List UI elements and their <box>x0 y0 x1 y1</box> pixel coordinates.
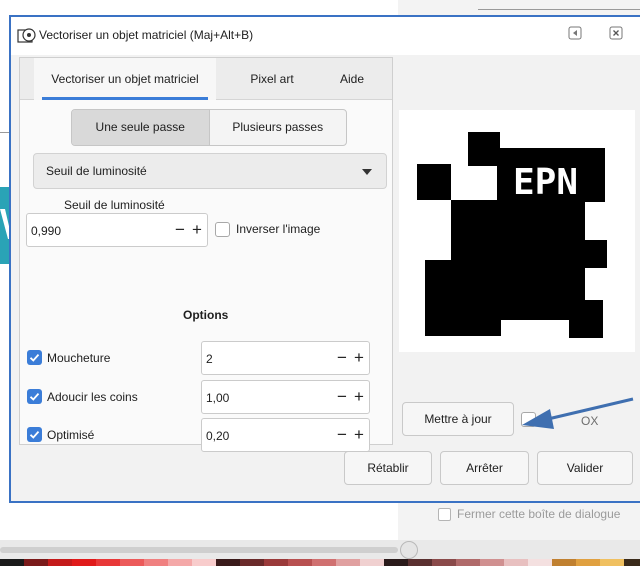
threshold-value[interactable]: 0,990 <box>31 224 61 238</box>
threshold-decrement-button[interactable]: − <box>172 218 188 242</box>
chevron-down-icon <box>362 169 372 175</box>
live-preview-label: OX <box>581 414 599 428</box>
close-dialog-checkbox[interactable] <box>438 507 451 521</box>
close-dialog-label: Fermer cette boîte de dialogue <box>457 507 621 521</box>
optimize-increment-button[interactable]: + <box>351 423 367 447</box>
smooth-corners-increment-button[interactable]: + <box>351 385 367 409</box>
invert-image-label: Inverser l'image <box>236 222 321 236</box>
update-preview-button[interactable]: Mettre à jour <box>402 402 514 436</box>
scan-mode-toggle: Une seule passe Plusieurs passes <box>71 109 347 146</box>
smooth-corners-value[interactable]: 1,00 <box>206 391 229 405</box>
speckles-label: Moucheture <box>47 351 111 365</box>
optimize-label: Optimisé <box>47 428 95 442</box>
dialog-titlebar[interactable]: Vectoriser un objet matriciel (Maj+Alt+B… <box>11 17 640 55</box>
threshold-increment-button[interactable]: + <box>189 218 205 242</box>
tab-pixel-art[interactable]: Pixel art <box>234 58 310 100</box>
optimize-value[interactable]: 0,20 <box>206 429 229 443</box>
speckles-spinbox[interactable]: 2 − + <box>201 341 370 375</box>
speckles-increment-button[interactable]: + <box>351 346 367 370</box>
trace-bitmap-dialog: Vectoriser un objet matriciel (Maj+Alt+B… <box>9 15 640 503</box>
single-scan-button[interactable]: Une seule passe <box>72 110 209 145</box>
invert-image-checkbox[interactable] <box>215 222 230 237</box>
settings-panel: Vectoriser un objet matriciel Pixel art … <box>19 57 393 452</box>
minimize-icon[interactable] <box>568 26 582 40</box>
speckles-value[interactable]: 2 <box>206 352 213 366</box>
live-preview-checkbox[interactable] <box>521 412 536 427</box>
smooth-corners-decrement-button[interactable]: − <box>334 385 350 409</box>
scroll-knob[interactable] <box>400 541 418 559</box>
horizontal-scrollbar[interactable] <box>0 547 398 553</box>
threshold-label: Seuil de luminosité <box>64 198 165 212</box>
smooth-corners-label: Adoucir les coins <box>47 390 138 404</box>
preview-image: EPN <box>417 132 607 338</box>
trace-preview: EPN <box>399 110 635 352</box>
optimize-checkbox[interactable] <box>27 427 42 442</box>
stop-button[interactable]: Arrêter <box>440 451 529 485</box>
detection-method-select[interactable]: Seuil de luminosité <box>33 153 387 189</box>
close-dialog-option[interactable]: Fermer cette boîte de dialogue <box>438 503 640 525</box>
multiple-scans-button[interactable]: Plusieurs passes <box>208 110 347 145</box>
background-divider <box>478 9 640 10</box>
ok-button[interactable]: Valider <box>537 451 633 485</box>
tab-bar: Vectoriser un objet matriciel Pixel art … <box>20 58 392 100</box>
detection-method-value: Seuil de luminosité <box>46 164 147 178</box>
tab-help[interactable]: Aide <box>326 58 378 100</box>
smooth-corners-spinbox[interactable]: 1,00 − + <box>201 380 370 414</box>
smooth-corners-checkbox[interactable] <box>27 389 42 404</box>
optimize-decrement-button[interactable]: − <box>334 423 350 447</box>
close-icon[interactable] <box>609 26 623 40</box>
speckles-checkbox[interactable] <box>27 350 42 365</box>
options-heading: Options <box>183 308 229 322</box>
preview-text: EPN <box>513 162 578 203</box>
tab-trace-bitmap[interactable]: Vectoriser un objet matriciel <box>34 58 216 100</box>
trace-bitmap-icon <box>16 26 38 46</box>
color-palette[interactable] <box>0 559 640 566</box>
optimize-spinbox[interactable]: 0,20 − + <box>201 418 370 452</box>
threshold-spinbox[interactable]: 0,990 − + <box>26 213 208 247</box>
reset-button[interactable]: Rétablir <box>344 451 432 485</box>
dialog-title: Vectoriser un objet matriciel (Maj+Alt+B… <box>39 28 254 42</box>
speckles-decrement-button[interactable]: − <box>334 346 350 370</box>
